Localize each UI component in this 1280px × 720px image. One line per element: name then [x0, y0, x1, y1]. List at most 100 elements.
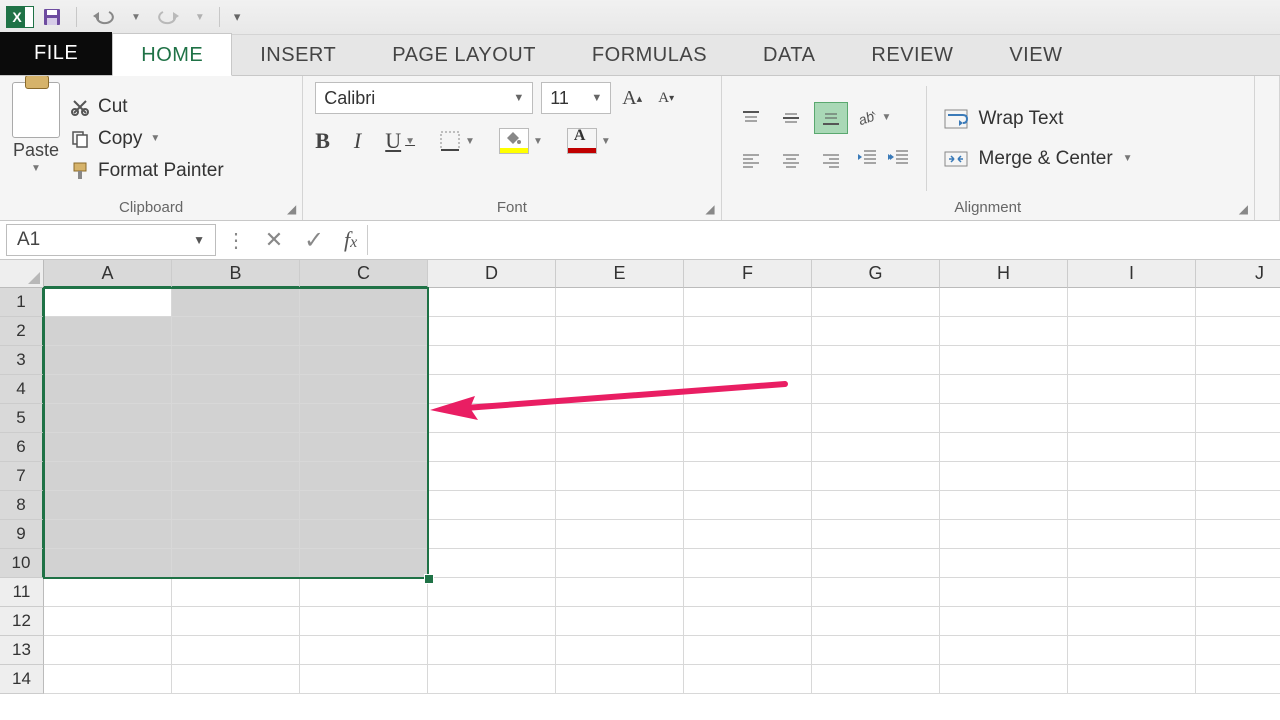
- cell[interactable]: [556, 520, 684, 549]
- cell[interactable]: [172, 636, 300, 665]
- cell[interactable]: [1196, 375, 1280, 404]
- cell[interactable]: [172, 404, 300, 433]
- paste-dropdown[interactable]: ▼: [31, 163, 41, 174]
- cell[interactable]: [428, 636, 556, 665]
- column-header[interactable]: G: [812, 260, 940, 288]
- cell[interactable]: [1196, 288, 1280, 317]
- cell[interactable]: [940, 288, 1068, 317]
- row-header[interactable]: 3: [0, 346, 44, 375]
- cell[interactable]: [300, 491, 428, 520]
- column-header[interactable]: C: [300, 260, 428, 288]
- font-dialog-launcher[interactable]: ◢: [705, 202, 714, 216]
- increase-indent-button[interactable]: [888, 148, 910, 171]
- cell[interactable]: [300, 665, 428, 694]
- cell[interactable]: [1068, 491, 1196, 520]
- cell[interactable]: [428, 665, 556, 694]
- cell[interactable]: [300, 288, 428, 317]
- row-headers[interactable]: 1234567891011121314: [0, 288, 44, 694]
- cell[interactable]: [44, 404, 172, 433]
- cell[interactable]: [1068, 607, 1196, 636]
- cell[interactable]: [172, 549, 300, 578]
- paste-button[interactable]: Paste ▼: [12, 82, 60, 195]
- cell[interactable]: [940, 636, 1068, 665]
- row-header[interactable]: 4: [0, 375, 44, 404]
- format-painter-button[interactable]: Format Painter: [70, 160, 224, 182]
- cell[interactable]: [428, 462, 556, 491]
- column-header[interactable]: A: [44, 260, 172, 288]
- cell[interactable]: [556, 636, 684, 665]
- cell[interactable]: [684, 375, 812, 404]
- cell[interactable]: [300, 549, 428, 578]
- cell[interactable]: [812, 317, 940, 346]
- formula-input[interactable]: [367, 225, 1280, 255]
- cell[interactable]: [44, 549, 172, 578]
- cell[interactable]: [556, 404, 684, 433]
- cell[interactable]: [1196, 549, 1280, 578]
- cell[interactable]: [556, 607, 684, 636]
- cell[interactable]: [428, 317, 556, 346]
- row-header[interactable]: 7: [0, 462, 44, 491]
- cell[interactable]: [44, 665, 172, 694]
- cell[interactable]: [940, 549, 1068, 578]
- tab-data[interactable]: DATA: [735, 34, 843, 75]
- cell[interactable]: [1196, 607, 1280, 636]
- align-middle-button[interactable]: [774, 102, 808, 134]
- select-all-corner[interactable]: [0, 260, 44, 288]
- underline-button[interactable]: U▼: [385, 128, 415, 154]
- row-header[interactable]: 13: [0, 636, 44, 665]
- cell[interactable]: [428, 346, 556, 375]
- cell[interactable]: [812, 607, 940, 636]
- cell[interactable]: [300, 375, 428, 404]
- merge-dropdown[interactable]: ▼: [1123, 153, 1133, 164]
- save-button[interactable]: [42, 7, 62, 27]
- row-header[interactable]: 14: [0, 665, 44, 694]
- cell[interactable]: [684, 433, 812, 462]
- cell[interactable]: [428, 520, 556, 549]
- cell[interactable]: [172, 462, 300, 491]
- cell[interactable]: [940, 317, 1068, 346]
- cell[interactable]: [172, 520, 300, 549]
- row-header[interactable]: 5: [0, 404, 44, 433]
- align-right-button[interactable]: [814, 144, 848, 176]
- cell[interactable]: [300, 578, 428, 607]
- cell[interactable]: [556, 346, 684, 375]
- cell[interactable]: [44, 317, 172, 346]
- cell[interactable]: [172, 607, 300, 636]
- cell[interactable]: [556, 578, 684, 607]
- cell[interactable]: [44, 578, 172, 607]
- tab-insert[interactable]: INSERT: [232, 34, 364, 75]
- cell[interactable]: [684, 317, 812, 346]
- cell[interactable]: [940, 375, 1068, 404]
- borders-button[interactable]: ▼: [439, 130, 475, 152]
- cell[interactable]: [172, 665, 300, 694]
- cell[interactable]: [44, 462, 172, 491]
- cell[interactable]: [300, 433, 428, 462]
- column-header[interactable]: D: [428, 260, 556, 288]
- cell[interactable]: [428, 433, 556, 462]
- cell[interactable]: [812, 636, 940, 665]
- cell[interactable]: [428, 578, 556, 607]
- cell[interactable]: [684, 665, 812, 694]
- cell[interactable]: [300, 607, 428, 636]
- cell[interactable]: [940, 665, 1068, 694]
- cell[interactable]: [684, 636, 812, 665]
- cell[interactable]: [428, 491, 556, 520]
- cell[interactable]: [1196, 462, 1280, 491]
- cell[interactable]: [1068, 462, 1196, 491]
- decrease-indent-button[interactable]: [856, 148, 878, 171]
- cell[interactable]: [556, 288, 684, 317]
- cell[interactable]: [812, 578, 940, 607]
- cell[interactable]: [556, 491, 684, 520]
- cell[interactable]: [1196, 317, 1280, 346]
- clipboard-dialog-launcher[interactable]: ◢: [287, 202, 296, 216]
- cell[interactable]: [940, 433, 1068, 462]
- cell[interactable]: [1068, 317, 1196, 346]
- redo-button[interactable]: [155, 8, 181, 26]
- tab-formulas[interactable]: FORMULAS: [564, 34, 735, 75]
- cell[interactable]: [1068, 665, 1196, 694]
- worksheet[interactable]: ABCDEFGHIJ 1234567891011121314: [0, 260, 1280, 720]
- column-headers[interactable]: ABCDEFGHIJ: [44, 260, 1280, 288]
- italic-button[interactable]: I: [354, 128, 361, 154]
- align-center-button[interactable]: [774, 144, 808, 176]
- cell[interactable]: [940, 578, 1068, 607]
